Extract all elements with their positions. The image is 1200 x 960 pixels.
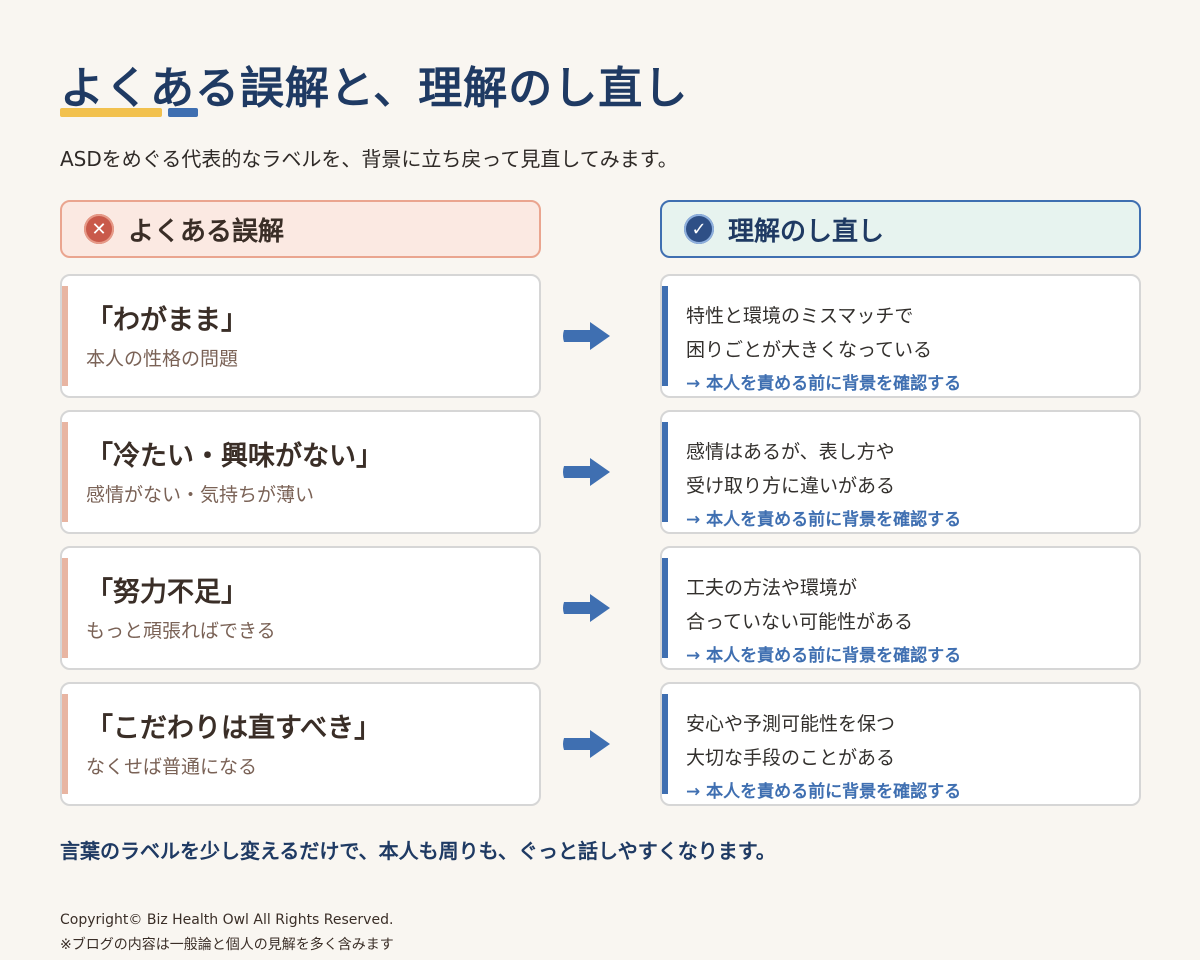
misconception-card: 「努力不足」 もっと頑張ればできる <box>60 546 541 670</box>
reframe-action-note: → 本人を責める前に背景を確認する <box>686 782 962 802</box>
reframe-header: ✓ 理解のし直し <box>660 200 1141 258</box>
misconception-card: 「こだわりは直すべき」 なくせば普通になる <box>60 682 541 806</box>
card-accent-bar <box>62 286 68 386</box>
arrow-right-icon <box>563 730 610 758</box>
misconception-header: ✕ よくある誤解 <box>60 200 541 258</box>
comparison-rows: 「わがまま」 本人の性格の問題 特性と環境のミスマッチで 困りごとが大きくなって… <box>60 274 1141 818</box>
reframe-text-line-2: 受け取り方に違いがある <box>686 475 896 497</box>
reframe-text-line-2: 大切な手段のことがある <box>686 747 896 769</box>
title-underline-blue <box>168 108 198 117</box>
misconception-header-label: よくある誤解 <box>128 216 285 247</box>
reframe-card: 特性と環境のミスマッチで 困りごとが大きくなっている → 本人を責める前に背景を… <box>660 274 1141 398</box>
misconception-description: もっと頑張ればできる <box>86 620 276 642</box>
reframe-action-note: → 本人を責める前に背景を確認する <box>686 646 962 666</box>
card-accent-bar <box>662 694 668 794</box>
comparison-row: 「こだわりは直すべき」 なくせば普通になる 安心や予測可能性を保つ 大切な手段の… <box>60 682 1141 806</box>
card-accent-bar <box>62 694 68 794</box>
page-title: よくある誤解と、理解のし直し <box>60 63 689 114</box>
misconception-description: 感情がない・気持ちが薄い <box>86 484 315 506</box>
misconception-label: 「努力不足」 <box>86 577 248 608</box>
reframe-card: 工夫の方法や環境が 合っていない可能性がある → 本人を責める前に背景を確認する <box>660 546 1141 670</box>
reframe-card: 安心や予測可能性を保つ 大切な手段のことがある → 本人を責める前に背景を確認す… <box>660 682 1141 806</box>
reframe-text-line-1: 感情はあるが、表し方や <box>686 441 895 463</box>
card-accent-bar <box>662 422 668 522</box>
reframe-text-line-2: 困りごとが大きくなっている <box>686 339 933 361</box>
comparison-row: 「わがまま」 本人の性格の問題 特性と環境のミスマッチで 困りごとが大きくなって… <box>60 274 1141 398</box>
reframe-card: 感情はあるが、表し方や 受け取り方に違いがある → 本人を責める前に背景を確認す… <box>660 410 1141 534</box>
misconception-label: 「わがまま」 <box>86 305 248 336</box>
arrow-right-icon <box>563 594 610 622</box>
comparison-row: 「努力不足」 もっと頑張ればできる 工夫の方法や環境が 合っていない可能性がある… <box>60 546 1141 670</box>
check-circle-icon: ✓ <box>684 214 714 244</box>
footer-message: 言葉のラベルを少し変えるだけで、本人も周りも、ぐっと話しやすくなります。 <box>60 839 776 863</box>
comparison-row: 「冷たい・興味がない」 感情がない・気持ちが薄い 感情はあるが、表し方や 受け取… <box>60 410 1141 534</box>
reframe-action-note: → 本人を責める前に背景を確認する <box>686 510 962 530</box>
misconception-description: なくせば普通になる <box>86 756 258 778</box>
reframe-text-line-2: 合っていない可能性がある <box>686 611 914 633</box>
title-underline-yellow <box>60 108 162 117</box>
misconception-label: 「冷たい・興味がない」 <box>86 441 383 472</box>
arrow-right-icon <box>563 322 610 350</box>
card-accent-bar <box>662 558 668 658</box>
arrow-right-icon <box>563 458 610 486</box>
page: よくある誤解と、理解のし直し ASDをめぐる代表的なラベルを、背景に立ち戻って見… <box>0 0 1200 960</box>
disclaimer-text: ※ブログの内容は一般論と個人の見解を多く含みます <box>60 937 394 953</box>
card-accent-bar <box>62 558 68 658</box>
page-subtitle: ASDをめぐる代表的なラベルを、背景に立ち戻って見直してみます。 <box>60 147 678 171</box>
misconception-card: 「わがまま」 本人の性格の問題 <box>60 274 541 398</box>
reframe-text-line-1: 工夫の方法や環境が <box>686 577 858 599</box>
reframe-action-note: → 本人を責める前に背景を確認する <box>686 374 962 394</box>
misconception-card: 「冷たい・興味がない」 感情がない・気持ちが薄い <box>60 410 541 534</box>
reframe-text-line-1: 安心や予測可能性を保つ <box>686 713 896 735</box>
card-accent-bar <box>662 286 668 386</box>
copyright-text: Copyright© Biz Health Owl All Rights Res… <box>60 912 394 928</box>
misconception-description: 本人の性格の問題 <box>86 348 239 370</box>
reframe-text-line-1: 特性と環境のミスマッチで <box>686 305 914 327</box>
x-circle-icon: ✕ <box>84 214 114 244</box>
card-accent-bar <box>62 422 68 522</box>
reframe-header-label: 理解のし直し <box>728 216 885 247</box>
misconception-label: 「こだわりは直すべき」 <box>86 713 382 744</box>
